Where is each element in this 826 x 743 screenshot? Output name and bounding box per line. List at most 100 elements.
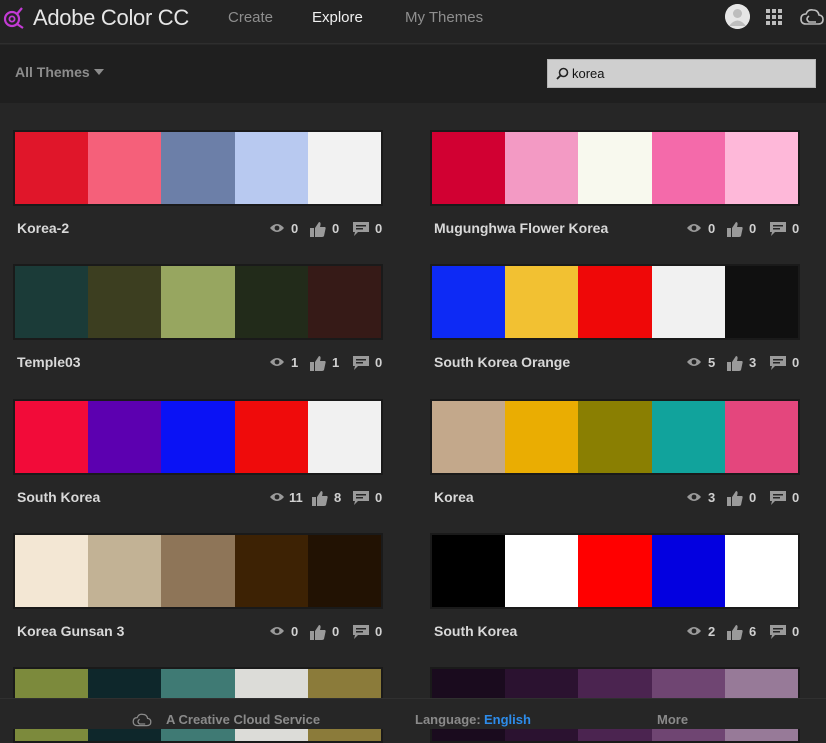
color-swatch-4[interactable]	[234, 132, 308, 204]
color-swatches[interactable]	[15, 535, 382, 607]
theme-card[interactable]	[430, 399, 800, 475]
search-input[interactable]	[572, 64, 808, 83]
color-swatches[interactable]	[15, 132, 382, 204]
more-link[interactable]: More	[657, 712, 688, 727]
color-swatch-4[interactable]	[651, 266, 725, 338]
theme-title[interactable]: South Korea Orange	[434, 354, 570, 370]
color-swatch-1[interactable]	[15, 535, 89, 607]
color-swatch-4[interactable]	[234, 401, 308, 473]
comments-count: 0	[792, 490, 800, 505]
search-icon	[556, 67, 569, 80]
color-swatch-4[interactable]	[651, 401, 725, 473]
color-swatch-1[interactable]	[15, 266, 89, 338]
color-swatch-4[interactable]	[234, 266, 308, 338]
theme-card[interactable]	[430, 130, 800, 206]
color-swatch-3[interactable]	[161, 266, 235, 338]
nav-create[interactable]: Create	[228, 9, 273, 26]
color-swatch-2[interactable]	[88, 266, 162, 338]
likes-count: 6	[749, 624, 757, 639]
color-swatch-1[interactable]	[432, 535, 506, 607]
color-swatches[interactable]	[432, 401, 799, 473]
views-count: 1	[291, 355, 299, 370]
color-swatch-1[interactable]	[15, 132, 89, 204]
nav-my-themes[interactable]: My Themes	[405, 9, 483, 26]
color-swatch-4[interactable]	[234, 535, 308, 607]
likes-count: 8	[334, 490, 342, 505]
color-swatch-2[interactable]	[505, 266, 579, 338]
theme-title[interactable]: Mugunghwa Flower Korea	[434, 220, 608, 236]
views-count: 3	[708, 490, 716, 505]
color-swatch-3[interactable]	[578, 535, 652, 607]
color-swatch-2[interactable]	[505, 132, 579, 204]
color-swatches[interactable]	[432, 535, 799, 607]
likes-count: 0	[332, 221, 340, 236]
color-swatch-5[interactable]	[307, 401, 382, 473]
color-swatch-4[interactable]	[651, 535, 725, 607]
likes-count: 0	[749, 490, 757, 505]
color-swatch-5[interactable]	[724, 535, 799, 607]
color-swatch-3[interactable]	[578, 132, 652, 204]
color-swatch-4[interactable]	[651, 132, 725, 204]
search-box[interactable]	[547, 59, 816, 88]
theme-title[interactable]: Temple03	[17, 354, 81, 370]
color-swatch-1[interactable]	[432, 132, 506, 204]
color-swatch-1[interactable]	[15, 401, 89, 473]
likes-count: 3	[749, 355, 757, 370]
color-swatches[interactable]	[15, 266, 382, 338]
all-themes-label: All Themes	[15, 64, 90, 80]
theme-card[interactable]	[13, 533, 383, 609]
color-swatch-2[interactable]	[505, 535, 579, 607]
color-swatch-3[interactable]	[578, 401, 652, 473]
language-select[interactable]: English	[484, 712, 531, 727]
comments-count: 0	[792, 221, 800, 236]
color-swatch-5[interactable]	[307, 132, 382, 204]
filter-bar: All Themes	[0, 45, 826, 103]
theme-title[interactable]: Korea	[434, 489, 474, 505]
color-swatch-3[interactable]	[578, 266, 652, 338]
color-swatch-5[interactable]	[724, 132, 799, 204]
chevron-down-icon	[93, 69, 104, 75]
theme-stats: 3 0 0	[686, 490, 802, 506]
color-swatch-3[interactable]	[161, 401, 235, 473]
color-swatch-1[interactable]	[432, 266, 506, 338]
color-swatch-3[interactable]	[161, 535, 235, 607]
theme-card[interactable]	[13, 264, 383, 340]
color-swatches[interactable]	[15, 401, 382, 473]
theme-stats: 2 6 0	[686, 624, 802, 640]
creative-cloud-icon[interactable]	[800, 7, 824, 27]
theme-stats: 0 0 0	[686, 221, 802, 237]
theme-card[interactable]	[13, 399, 383, 475]
color-swatch-1[interactable]	[432, 401, 506, 473]
color-swatch-5[interactable]	[724, 401, 799, 473]
theme-card[interactable]	[13, 130, 383, 206]
nav-explore[interactable]: Explore	[312, 9, 363, 26]
color-swatches[interactable]	[432, 266, 799, 338]
color-swatch-2[interactable]	[88, 132, 162, 204]
views-count: 0	[708, 221, 716, 236]
apps-grid-icon[interactable]	[766, 9, 782, 25]
top-bar: Adobe Color CC Create Explore My Themes	[0, 0, 826, 44]
views-count: 5	[708, 355, 716, 370]
color-swatch-2[interactable]	[505, 401, 579, 473]
color-wheel-logo-icon[interactable]	[2, 5, 26, 29]
theme-title[interactable]: South Korea	[434, 623, 517, 639]
theme-stats: 11 8 0	[269, 490, 385, 506]
app-title[interactable]: Adobe Color CC	[33, 5, 189, 31]
theme-title[interactable]: South Korea	[17, 489, 100, 505]
color-swatches[interactable]	[432, 132, 799, 204]
views-count: 0	[291, 221, 299, 236]
color-swatch-5[interactable]	[307, 266, 382, 338]
color-swatch-5[interactable]	[724, 266, 799, 338]
theme-title[interactable]: Korea Gunsan 3	[17, 623, 124, 639]
all-themes-dropdown[interactable]: All Themes	[15, 64, 104, 80]
theme-card[interactable]	[430, 533, 800, 609]
color-swatch-3[interactable]	[161, 132, 235, 204]
color-swatch-2[interactable]	[88, 535, 162, 607]
avatar[interactable]	[725, 4, 750, 29]
color-swatch-5[interactable]	[307, 535, 382, 607]
likes-count: 0	[749, 221, 757, 236]
likes-count: 0	[332, 624, 340, 639]
theme-card[interactable]	[430, 264, 800, 340]
theme-title[interactable]: Korea-2	[17, 220, 69, 236]
color-swatch-2[interactable]	[88, 401, 162, 473]
